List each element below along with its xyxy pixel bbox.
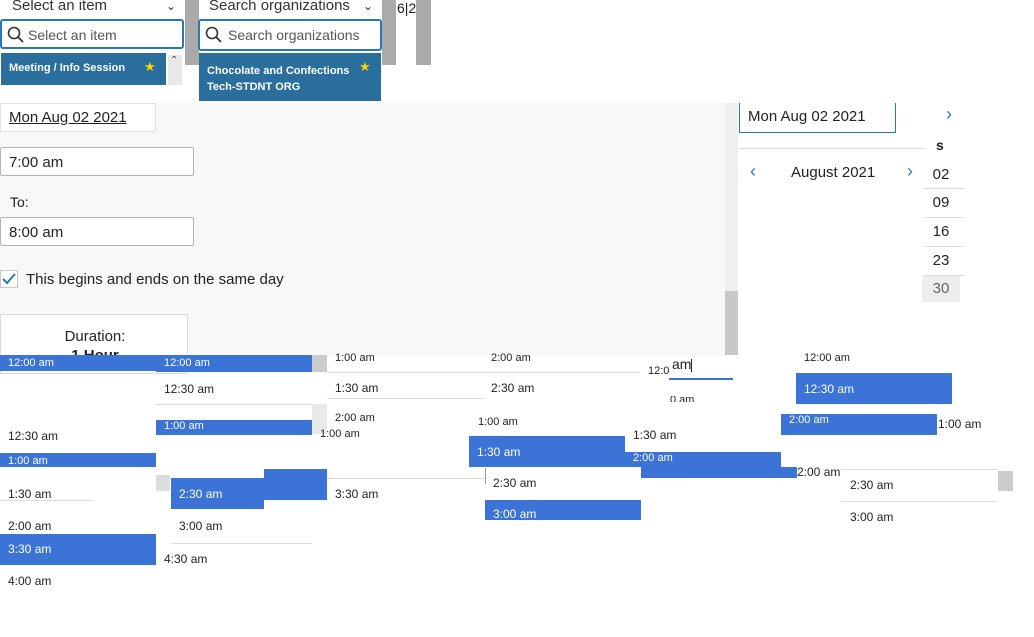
time-slot[interactable]: 1:00 am <box>156 420 312 435</box>
time-slot[interactable]: 3:00 am <box>485 500 641 520</box>
scrollbar-thumb[interactable] <box>998 471 1013 491</box>
time-slot[interactable]: 2:00 am <box>0 518 156 534</box>
chevron-down-icon[interactable]: ⌄ <box>363 0 373 13</box>
input-underline <box>669 378 733 380</box>
same-day-label: This begins and ends on the same day <box>26 271 284 288</box>
time-input-value: am <box>672 356 692 372</box>
org-option-name: Chocolate and Confections <box>207 65 350 77</box>
panel-scrollbar[interactable] <box>725 103 738 355</box>
divider <box>485 468 486 484</box>
time-slot[interactable]: 12:00 am <box>0 355 156 371</box>
chevron-right-icon[interactable]: › <box>946 104 952 125</box>
time-slot[interactable]: 12:00 am <box>156 355 312 372</box>
time-slot[interactable]: 1:00 am <box>312 429 392 439</box>
time-slot[interactable]: 1:00 am <box>327 350 420 364</box>
star-icon[interactable]: ★ <box>144 59 156 75</box>
item-search-input[interactable]: Select an item <box>0 19 184 49</box>
time-slot[interactable]: 1:00 am <box>930 416 1020 432</box>
scrollbar-track[interactable] <box>382 0 396 65</box>
calendar-date-value: Mon Aug 02 2021 <box>748 108 866 125</box>
start-date-value: Mon Aug 02 2021 <box>9 109 127 126</box>
to-label: To: <box>10 194 29 210</box>
time-slot[interactable]: 12:30 am <box>156 381 312 397</box>
scrollbar-thumb[interactable] <box>312 355 327 372</box>
day-cell[interactable]: 23 <box>922 252 960 269</box>
duration-label: Duration: <box>64 328 126 345</box>
time-slot[interactable]: 2:00 am <box>483 350 576 364</box>
org-select-label[interactable]: Search organizations <box>209 0 350 14</box>
day-cell[interactable]: 02 <box>922 166 960 183</box>
same-day-checkbox[interactable] <box>0 270 18 288</box>
next-month-icon[interactable]: › <box>907 161 913 182</box>
time-slot[interactable]: 12:00 am <box>796 350 952 364</box>
fragment-digits: 6|2 <box>397 0 417 16</box>
time-slot[interactable]: 0 am <box>662 396 722 402</box>
time-slot[interactable]: 1:30 am <box>327 380 420 396</box>
checkmark-icon <box>2 273 16 285</box>
item-search-placeholder: Select an item <box>28 27 117 43</box>
scrollbar-thumb[interactable] <box>156 475 170 491</box>
time-slot-selected[interactable]: 12:30 am <box>796 373 952 404</box>
weekday-header: s <box>936 137 944 153</box>
day-cell[interactable]: 09 <box>922 194 960 211</box>
search-icon <box>7 26 24 43</box>
time-slot[interactable]: 1:30 am <box>625 427 781 443</box>
chevron-up-icon[interactable]: ⌃ <box>170 55 178 66</box>
chevron-down-icon[interactable]: ⌄ <box>166 0 176 13</box>
time-slot[interactable]: 12:30 am <box>0 428 156 444</box>
time-slot[interactable]: 3:00 am <box>171 518 312 534</box>
time-slot[interactable]: 2:30 am <box>483 380 576 396</box>
time-slot[interactable]: 2:00 am <box>625 452 781 467</box>
start-date-field[interactable]: Mon Aug 02 2021 <box>0 103 156 132</box>
org-search-placeholder: Search organizations <box>228 27 360 43</box>
selection-block <box>264 469 327 500</box>
time-slot[interactable]: 3:30 am <box>327 486 483 502</box>
time-slot-selected[interactable]: 3:30 am <box>0 534 156 565</box>
time-input-fragment[interactable]: am <box>664 356 733 376</box>
calendar-date-input[interactable]: Mon Aug 02 2021 <box>739 103 896 133</box>
time-slot[interactable]: 2:00 am <box>781 414 937 435</box>
search-icon <box>205 26 222 43</box>
item-option-label: Meeting / Info Session <box>9 62 126 74</box>
time-slot[interactable]: 3:00 am <box>842 509 998 525</box>
prev-month-icon[interactable]: ‹ <box>750 161 756 182</box>
start-time-input[interactable]: 7:00 am <box>0 147 194 176</box>
time-slot[interactable]: 4:00 am <box>0 573 156 589</box>
scrollbar-track[interactable] <box>185 0 199 65</box>
item-option[interactable]: Meeting / Info Session ★ <box>1 53 166 85</box>
org-search-input[interactable]: Search organizations <box>198 19 382 51</box>
org-option-org: Tech-STDNT ORG <box>207 81 301 93</box>
time-slot[interactable]: 2:00 am <box>327 412 420 424</box>
time-slot[interactable]: 2:30 am <box>485 475 641 491</box>
time-slot[interactable]: 4:30 am <box>156 551 312 567</box>
star-icon[interactable]: ★ <box>359 59 371 75</box>
end-time-input[interactable]: 8:00 am <box>0 217 194 246</box>
time-slot[interactable]: 1:00 am <box>0 453 156 467</box>
month-label: August 2021 <box>791 164 876 181</box>
time-slot-selected[interactable]: 1:30 am <box>469 436 625 467</box>
selection-block <box>641 467 797 478</box>
org-option[interactable]: Chocolate and Confections Tech-STDNT ORG… <box>199 53 381 101</box>
divider <box>739 148 925 149</box>
scrollbar-track[interactable] <box>416 0 431 65</box>
item-select-label[interactable]: Select an item <box>12 0 107 14</box>
time-slot[interactable]: 1:00 am <box>470 414 563 428</box>
day-cell[interactable]: 16 <box>922 223 960 240</box>
time-slot-selected[interactable]: 2:30 am <box>171 478 264 509</box>
day-cell-muted[interactable]: 30 <box>922 276 960 302</box>
scrollbar[interactable]: ⌃ <box>168 55 182 85</box>
time-slot[interactable]: 2:30 am <box>842 477 998 493</box>
